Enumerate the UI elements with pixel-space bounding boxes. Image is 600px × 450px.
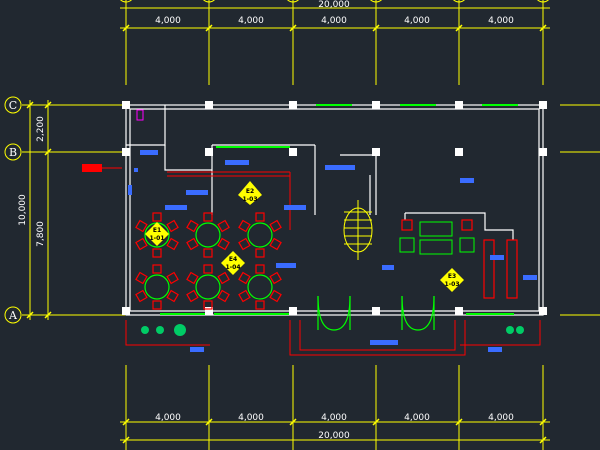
chair-icon xyxy=(269,219,282,233)
svg-text:E1: E1 xyxy=(153,227,161,234)
table-top xyxy=(247,222,273,248)
chair-icon xyxy=(238,219,251,233)
bottom-dim-4: 4,000 xyxy=(404,413,430,423)
top-dim-5: 4,000 xyxy=(488,16,514,26)
bottom-dim-total: 20,000 xyxy=(318,431,350,441)
svg-text:E3: E3 xyxy=(448,273,456,280)
left-dim-lower: 7,800 xyxy=(36,221,46,247)
chair-icon xyxy=(255,212,265,222)
axis-bubble-b: B xyxy=(4,143,22,161)
chair-icon xyxy=(238,271,251,285)
top-dim-4: 4,000 xyxy=(404,16,430,26)
round-table-icon xyxy=(238,264,282,310)
chair-icon xyxy=(203,212,213,222)
lounge-furniture xyxy=(399,221,475,255)
chair-icon xyxy=(186,271,199,285)
top-dim-total: 20,000 xyxy=(318,0,350,10)
chair-icon xyxy=(269,271,282,285)
section-tag-e2: E2 1-03 xyxy=(238,181,262,205)
round-table-icon xyxy=(135,264,179,310)
building-walls xyxy=(125,104,544,316)
bottom-dim-2: 4,000 xyxy=(238,413,264,423)
svg-text:1-04: 1-04 xyxy=(225,264,240,271)
svg-text:C: C xyxy=(9,99,17,112)
chair-icon xyxy=(135,219,148,233)
chair-icon xyxy=(255,248,265,258)
chair-icon xyxy=(217,271,230,285)
chair-icon xyxy=(217,289,230,303)
chair-icon xyxy=(186,237,199,251)
round-table-icon xyxy=(238,212,282,258)
svg-text:A: A xyxy=(8,309,18,322)
chair-icon xyxy=(217,219,230,233)
table-top xyxy=(195,222,221,248)
bottom-dim-1: 4,000 xyxy=(155,413,181,423)
chair-icon xyxy=(152,300,162,310)
svg-text:B: B xyxy=(9,146,17,159)
top-dim-2: 4,000 xyxy=(238,16,264,26)
chair-icon xyxy=(203,264,213,274)
chair-icon xyxy=(152,212,162,222)
axis-bubble-c: C xyxy=(4,96,22,114)
left-dim-upper: 2,200 xyxy=(36,116,46,142)
bottom-dim-3: 4,000 xyxy=(321,413,347,423)
entry-arrow-icon xyxy=(82,164,102,172)
round-table-icon xyxy=(186,264,230,310)
round-table-icon xyxy=(186,212,230,258)
chair-icon xyxy=(166,271,179,285)
chair-icon xyxy=(186,289,199,303)
chair-icon xyxy=(203,248,213,258)
chair-icon xyxy=(217,237,230,251)
utility-fixture xyxy=(136,109,144,121)
chair-icon xyxy=(269,237,282,251)
table-top xyxy=(144,274,170,300)
section-tag-e3: E3 1-03 xyxy=(440,268,464,292)
chair-icon xyxy=(152,264,162,274)
axis-bubble-a: A xyxy=(4,306,22,324)
room-labels xyxy=(128,150,537,352)
dimension-ticks xyxy=(26,24,547,444)
left-dim-total: 10,000 xyxy=(18,194,28,226)
svg-text:1-03: 1-03 xyxy=(444,281,459,288)
top-dim-3: 4,000 xyxy=(321,16,347,26)
svg-text:1-01: 1-01 xyxy=(149,235,164,242)
top-dim-1: 4,000 xyxy=(155,16,181,26)
chair-icon xyxy=(135,289,148,303)
chair-icon xyxy=(255,264,265,274)
chair-icon xyxy=(166,289,179,303)
chair-icon xyxy=(166,219,179,233)
chair-icon xyxy=(269,289,282,303)
section-tag-e4: E4 1-04 xyxy=(221,251,245,275)
chair-icon xyxy=(135,271,148,285)
svg-text:E4: E4 xyxy=(229,256,237,263)
table-top xyxy=(195,274,221,300)
table-top xyxy=(247,274,273,300)
chair-icon xyxy=(166,237,179,251)
chair-icon xyxy=(186,219,199,233)
grid-lines xyxy=(22,0,600,450)
svg-text:1-03: 1-03 xyxy=(242,196,257,203)
chair-icon xyxy=(152,248,162,258)
spiral-stair-icon xyxy=(343,200,373,260)
chair-icon xyxy=(238,237,251,251)
bottom-dim-5: 4,000 xyxy=(488,413,514,423)
terrace-outline xyxy=(85,167,541,356)
chair-icon xyxy=(255,300,265,310)
chair-icon xyxy=(238,289,251,303)
svg-text:E2: E2 xyxy=(246,188,254,195)
floor-plan-drawing: 4,000 4,000 4,000 4,000 4,000 20,000 4,0… xyxy=(4,0,600,450)
chair-icon xyxy=(135,237,148,251)
